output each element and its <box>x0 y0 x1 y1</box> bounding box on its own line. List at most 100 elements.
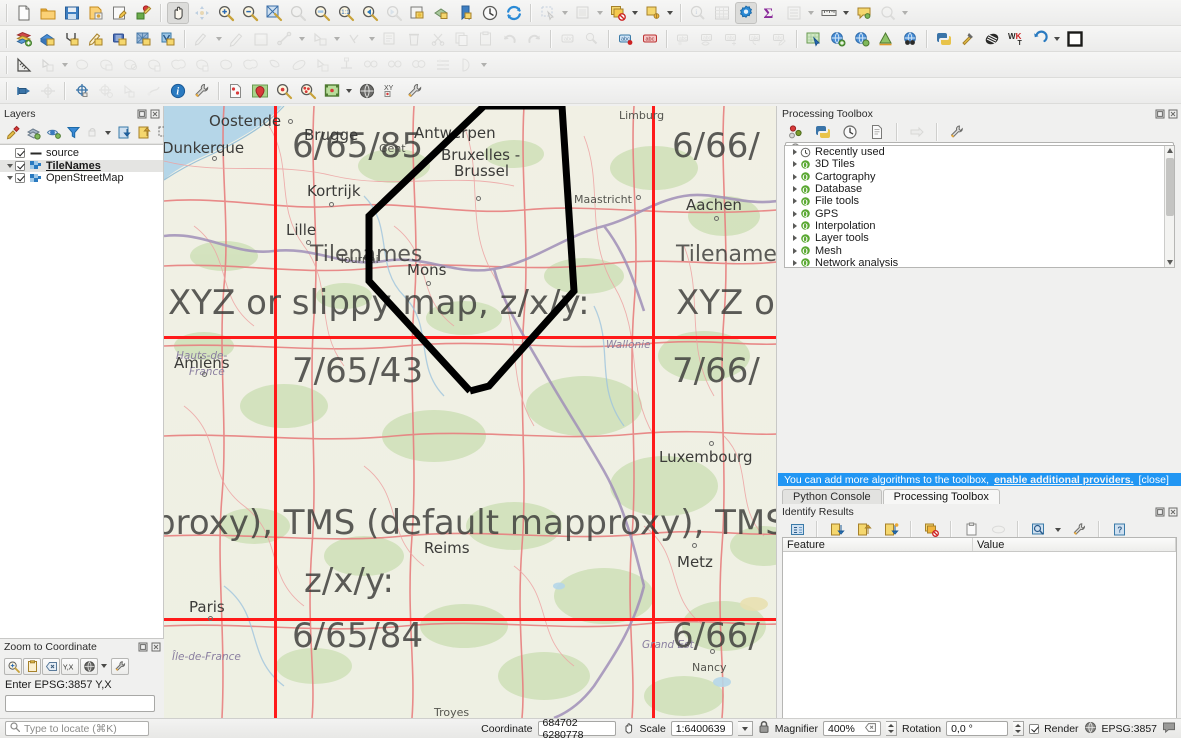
tree-item-layer-tools[interactable]: Q Layer tools <box>785 232 1174 244</box>
new-project-button[interactable] <box>13 2 35 24</box>
magnifier-field[interactable]: 400% <box>822 721 881 736</box>
open-layer-styling-icon[interactable] <box>4 124 22 142</box>
zoom-to-coordinate-icon[interactable] <box>4 657 22 675</box>
extent-points-dropdown[interactable] <box>344 80 353 102</box>
open-project-button[interactable] <box>37 2 59 24</box>
rotation-stepper[interactable] <box>1013 721 1025 736</box>
layer-row[interactable]: OpenStreetMap <box>0 172 163 185</box>
close-icon[interactable] <box>149 108 160 119</box>
tree-item-gps[interactable]: Q GPS <box>785 207 1174 220</box>
add-feature-dropdown[interactable] <box>297 28 306 50</box>
history-icon[interactable] <box>839 121 861 143</box>
column-header-value[interactable]: Value <box>973 538 1176 551</box>
label-properties-button[interactable]: abc <box>769 28 791 50</box>
rotate-dropdown[interactable] <box>1052 28 1061 50</box>
chevron-right-icon[interactable] <box>790 211 800 217</box>
delaunay-triangulation-button[interactable] <box>384 54 406 76</box>
metasearch-button[interactable] <box>899 28 921 50</box>
undock-icon[interactable] <box>1154 506 1165 517</box>
copy-points-button[interactable] <box>225 80 247 102</box>
current-edits-dropdown[interactable] <box>214 28 223 50</box>
bookmarks-button[interactable] <box>455 2 477 24</box>
chevron-right-icon[interactable] <box>790 248 800 254</box>
filter-legend-dropdown[interactable] <box>103 122 112 144</box>
paste-coordinate-icon[interactable] <box>23 657 41 675</box>
zoom-next-button[interactable] <box>383 2 405 24</box>
voronoi-polygons-button[interactable] <box>408 54 430 76</box>
zoom-full-button[interactable] <box>263 2 285 24</box>
style-manager-button[interactable] <box>133 2 155 24</box>
layer-visibility-checkbox[interactable] <box>15 148 25 159</box>
close-icon[interactable] <box>1167 506 1178 517</box>
crs-globe-icon[interactable] <box>80 657 98 675</box>
select-features-dropdown[interactable] <box>560 2 569 24</box>
add-delimited-text-layer-button[interactable] <box>85 28 107 50</box>
refresh-button[interactable] <box>503 2 525 24</box>
render-checkbox[interactable] <box>1029 723 1040 734</box>
new-map-view-button[interactable] <box>407 2 429 24</box>
add-wfs-layer-button[interactable] <box>851 28 873 50</box>
add-mesh-layer-button[interactable] <box>61 28 83 50</box>
multipart-to-singleparts-button[interactable] <box>312 54 334 76</box>
add-group-icon[interactable] <box>24 124 42 142</box>
select-value-button[interactable] <box>572 2 594 24</box>
scroll-up-icon[interactable] <box>1166 148 1173 153</box>
processing-algorithm-tree[interactable]: Recently used Q 3D Tiles Q Cartography Q… <box>784 145 1175 268</box>
extract-nodes-button[interactable] <box>336 54 358 76</box>
add-vector-layer-button[interactable] <box>13 28 35 50</box>
add-line-feature-button[interactable] <box>274 28 296 50</box>
rotation-field[interactable]: 0,0 ° <box>946 721 1009 736</box>
crs-globe-icon[interactable] <box>1084 721 1097 737</box>
pan-to-selection-button[interactable] <box>191 2 213 24</box>
copy-features-button[interactable] <box>451 28 473 50</box>
sum-line-lengths-button[interactable] <box>456 54 478 76</box>
python-console-button[interactable] <box>933 28 955 50</box>
run-feature-action-button[interactable] <box>877 2 899 24</box>
edit-in-place-icon[interactable] <box>906 121 928 143</box>
eliminate-sliver-button[interactable] <box>264 54 286 76</box>
add-virtual-layer-button[interactable] <box>157 28 179 50</box>
attribute-table-dropdown[interactable] <box>806 2 815 24</box>
select-highlight-dropdown[interactable] <box>665 2 674 24</box>
delete-selected-button[interactable] <box>403 28 425 50</box>
chevron-right-icon[interactable] <box>790 198 800 204</box>
messages-icon[interactable] <box>1162 720 1176 737</box>
save-project-as-button[interactable] <box>85 2 107 24</box>
expand-all-icon[interactable] <box>115 124 133 142</box>
map-pin-button[interactable] <box>249 80 271 102</box>
coordinate-capture-icon[interactable] <box>621 720 635 737</box>
lock-icon[interactable] <box>758 720 770 737</box>
dissolve-button[interactable] <box>168 54 190 76</box>
deselect-features-button[interactable] <box>607 2 629 24</box>
clip-button[interactable] <box>96 54 118 76</box>
add-postgis-layer-button[interactable] <box>109 28 131 50</box>
pan-map-button[interactable] <box>167 1 189 24</box>
locator-bar[interactable]: Type to locate (⌘K) <box>5 721 149 736</box>
toggle-editing-button[interactable] <box>226 28 248 50</box>
label-pin-unpin-button[interactable]: abc <box>639 28 661 50</box>
coordinate-field[interactable]: 684702 6280778 <box>537 717 616 738</box>
tree-item-network-analysis[interactable]: Q Network analysis <box>785 257 1174 267</box>
select-highlight-button[interactable] <box>642 2 664 24</box>
move-feature-button[interactable] <box>37 80 59 102</box>
line-intersections-button[interactable] <box>432 54 454 76</box>
select-features-button[interactable] <box>537 2 559 24</box>
chevron-right-icon[interactable] <box>790 186 800 192</box>
identify-results-table[interactable]: Feature Value <box>782 537 1177 738</box>
geometry-tool-button[interactable] <box>37 54 59 76</box>
message-close-link[interactable]: [close] <box>1139 474 1169 486</box>
vertex-tool-dropdown[interactable] <box>332 28 341 50</box>
vertex-tool-current-button[interactable] <box>344 28 366 50</box>
tree-item-mesh[interactable]: Q Mesh <box>785 244 1174 257</box>
tree-item-3d-tiles[interactable]: Q 3D Tiles <box>785 158 1174 170</box>
zoom-out-button[interactable] <box>239 2 261 24</box>
tab-python-console[interactable]: Python Console <box>782 489 882 504</box>
zoom-selection-button[interactable] <box>287 2 309 24</box>
zoom-layer-button[interactable] <box>311 2 333 24</box>
vertex-tool-button[interactable] <box>309 28 331 50</box>
layer-row[interactable]: TileNames <box>0 159 163 173</box>
add-wms-layer-button[interactable] <box>827 28 849 50</box>
undock-icon[interactable] <box>136 108 147 119</box>
save-project-button[interactable] <box>61 2 83 24</box>
annotation-button[interactable]: abc <box>557 28 579 50</box>
